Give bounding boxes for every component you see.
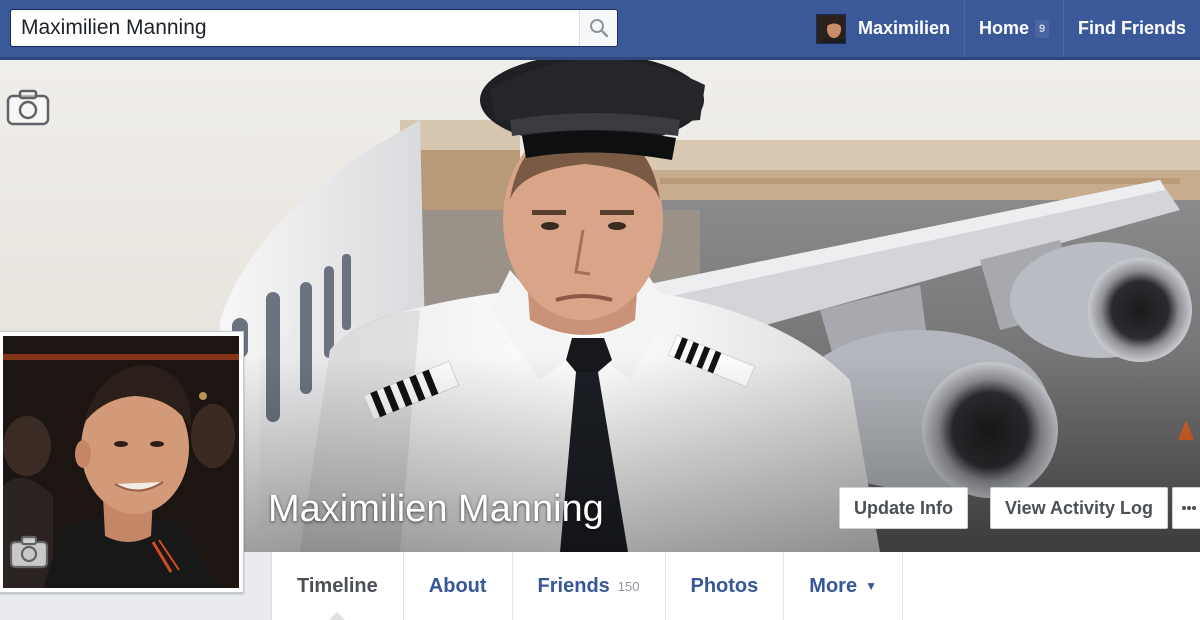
chevron-down-icon: ▼ (865, 579, 877, 593)
home-notification-count: 9 (1035, 19, 1049, 38)
update-profile-picture-button[interactable] (9, 534, 49, 570)
tab-list: Timeline About Friends 150 Photos More ▼ (272, 552, 1200, 620)
cover-actions: Update Info View Activity Log (817, 487, 1200, 529)
tab-more[interactable]: More ▼ (784, 552, 903, 620)
tab-timeline[interactable]: Timeline (272, 552, 404, 620)
camera-icon (9, 535, 49, 569)
tab-label: Photos (690, 574, 759, 597)
ellipsis-icon (1182, 506, 1196, 510)
profile-picture[interactable] (0, 331, 244, 593)
search-input[interactable] (11, 10, 579, 46)
nav-find-friends-link[interactable]: Find Friends (1063, 0, 1200, 57)
view-activity-log-button[interactable]: View Activity Log (989, 487, 1168, 529)
update-info-button[interactable]: Update Info (838, 487, 968, 529)
nav-home-link[interactable]: Home 9 (963, 0, 1063, 57)
top-navigation-bar: Maximilien Home 9 Find Friends (0, 0, 1200, 60)
tab-friends[interactable]: Friends 150 (513, 552, 666, 620)
search-box[interactable] (10, 9, 618, 47)
magnifier-icon (589, 19, 608, 38)
tab-label: About (428, 574, 487, 597)
tab-about[interactable]: About (404, 552, 513, 620)
avatar (815, 13, 846, 44)
nav-user-name[interactable]: Maximilien (858, 0, 950, 57)
more-options-button[interactable] (1172, 487, 1200, 529)
tab-label: Friends (537, 574, 610, 597)
nav-home-label: Home (978, 18, 1029, 38)
profile-page: Maximilien Home 9 Find Friends (0, 0, 1200, 620)
tab-label: Timeline (297, 574, 378, 597)
nav-user-link[interactable]: Maximilien (815, 0, 964, 57)
tab-label: More (809, 574, 858, 597)
search-button[interactable] (579, 10, 617, 46)
profile-picture-image (3, 336, 239, 588)
nav-right: Maximilien Home 9 Find Friends (815, 0, 1200, 57)
update-cover-photo-button[interactable] (6, 88, 50, 128)
profile-name: Maximilien Manning (268, 488, 604, 530)
friends-count: 150 (617, 578, 640, 594)
camera-icon (6, 89, 50, 126)
profile-tabs: Timeline About Friends 150 Photos More ▼ (271, 552, 1200, 620)
tab-photos[interactable]: Photos (666, 552, 785, 620)
